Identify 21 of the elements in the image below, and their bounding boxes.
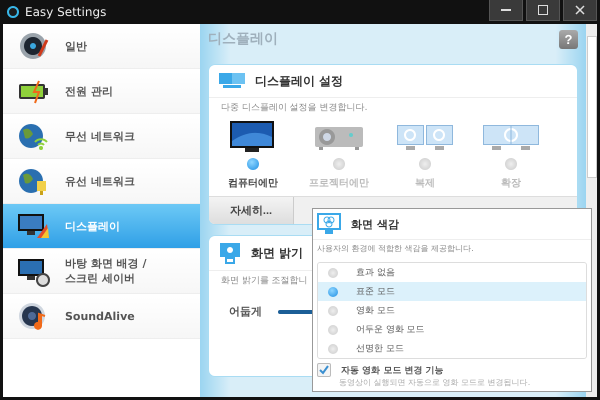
page-title: 디스플레이 [208, 30, 278, 48]
card-title: 화면 밝기 [251, 244, 304, 262]
popup-title: 화면 색감 [351, 216, 399, 232]
option-label: 복제 [415, 177, 435, 190]
option-label: 프로젝터에만 [309, 177, 369, 190]
card-description: 다중 디스플레이 설정을 변경합니다. [220, 102, 368, 115]
popup-description: 사용자의 환경에 적합한 색감을 제공합니다. [316, 243, 475, 255]
mode-option[interactable]: 효과 없음 [318, 263, 586, 282]
checkbox-label: 자동 영화 모드 변경 기능 [341, 364, 444, 376]
option-label: 컴퓨터에만 [228, 177, 278, 190]
mode-option[interactable]: 어두운 영화 모드 [318, 320, 586, 339]
mode-option[interactable]: 영화 모드 [318, 301, 586, 320]
card-title: 디스플레이 설정 [255, 72, 344, 90]
option-label: 확장 [501, 177, 521, 190]
mode-option[interactable]: 표준 모드 [318, 282, 586, 301]
slider-label: 어둡게 [229, 304, 262, 319]
mode-option[interactable]: 선명한 모드 [318, 339, 586, 358]
card-description: 화면 밝기를 조절합니 [220, 275, 309, 288]
window-title: Easy Settings [25, 5, 108, 19]
checkbox-description: 동영상이 실행되면 자동으로 영화 모드로 변경됩니다. [338, 377, 532, 388]
details-button[interactable]: 자세히... [209, 197, 294, 224]
